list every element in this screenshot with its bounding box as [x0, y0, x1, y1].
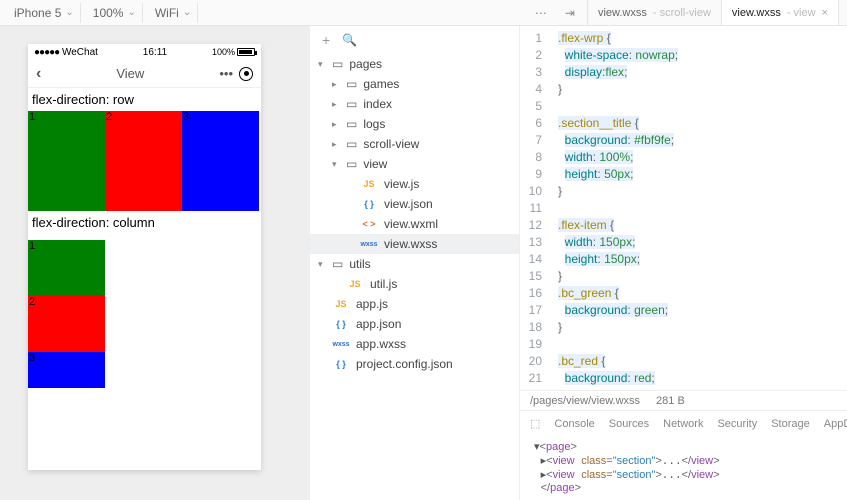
json-icon: { } — [360, 199, 378, 209]
block-blue: 3 — [28, 352, 105, 388]
twisty-icon: ▸ — [332, 119, 340, 130]
flex-col-demo: 1 2 3 — [28, 240, 261, 388]
battery-icon: 100% — [212, 47, 255, 57]
tree-node[interactable]: ▾▭view — [310, 154, 519, 174]
editor-panel: 1234567891011121314151617181920212223242… — [520, 26, 847, 500]
folder-icon: ▭ — [346, 157, 357, 171]
block-blue: 3 — [182, 111, 259, 211]
devtools-tab-appdata[interactable]: AppData — [824, 418, 847, 430]
twisty-icon: ▾ — [332, 159, 340, 170]
twisty-icon: ▾ — [318, 59, 326, 70]
folder-icon: ▭ — [346, 77, 357, 91]
twisty-icon: ▸ — [332, 139, 340, 150]
json-icon: { } — [332, 319, 350, 329]
js-icon: JS — [360, 179, 378, 189]
tree-node[interactable]: ▸▭games — [310, 74, 519, 94]
simulator-panel: ●●●●● WeChat 16:11 100% ‹ View ••• — [0, 26, 310, 500]
tree-node[interactable]: JSapp.js — [310, 294, 519, 314]
network-select[interactable]: WiFi ⌄ — [149, 3, 198, 23]
js-icon: JS — [332, 299, 350, 309]
tree-node[interactable]: ▾▭utils — [310, 254, 519, 274]
tree-node[interactable]: ▸▭logs — [310, 114, 519, 134]
target-icon[interactable] — [239, 67, 253, 81]
wxss-icon: wxss — [360, 241, 378, 248]
signal-icon: ●●●●● — [34, 47, 59, 58]
wxml-icon: < > — [360, 219, 378, 229]
device-frame: ●●●●● WeChat 16:11 100% ‹ View ••• — [28, 44, 261, 470]
tree-node[interactable]: JSview.js — [310, 174, 519, 194]
network-select-label: WiFi — [155, 6, 179, 20]
device-select[interactable]: iPhone 5 ⌄ — [8, 3, 81, 23]
folder-icon: ▭ — [332, 257, 343, 271]
tree-node[interactable]: { }project.config.json — [310, 354, 519, 374]
tree-node[interactable]: JSutil.js — [310, 274, 519, 294]
js-icon: JS — [346, 279, 364, 289]
tree-node[interactable]: ▸▭scroll-view — [310, 134, 519, 154]
editor-status: /pages/view/view.wxss 281 B — [520, 390, 847, 410]
devtools-tabs: ⬚ Console Sources Network Security Storage Ap… — [520, 410, 847, 436]
add-file-icon[interactable]: + — [322, 32, 330, 48]
file-path: /pages/view/view.wxss — [530, 395, 640, 407]
tree-node[interactable]: ▾▭pages — [310, 54, 519, 74]
page-title: View — [41, 66, 219, 81]
tree-node[interactable]: wxssapp.wxss — [310, 334, 519, 354]
block-green: 1 — [28, 111, 105, 211]
folder-icon: ▭ — [346, 137, 357, 151]
wxml-panel[interactable]: ▾<page> ▸<view class="section">...</view… — [520, 436, 847, 500]
top-toolbar: iPhone 5 ⌄ 100% ⌄ WiFi ⌄ ⋯ ⇥ view.wxss -… — [0, 0, 847, 26]
folder-icon: ▭ — [346, 117, 357, 131]
inspect-icon[interactable]: ⬚ — [530, 417, 540, 430]
device-select-label: iPhone 5 — [14, 6, 61, 20]
zoom-select[interactable]: 100% ⌄ — [87, 3, 143, 23]
devtools-tab-security[interactable]: Security — [717, 418, 757, 430]
more-icon[interactable]: ⋯ — [529, 6, 553, 20]
split-icon[interactable]: ⇥ — [559, 6, 581, 20]
status-bar: ●●●●● WeChat 16:11 100% — [28, 44, 261, 60]
json-icon: { } — [332, 359, 350, 369]
file-size: 281 B — [656, 395, 685, 407]
twisty-icon: ▸ — [332, 99, 340, 110]
zoom-select-label: 100% — [93, 6, 124, 20]
section-title: flex-direction: row — [28, 88, 261, 111]
wxss-icon: wxss — [332, 341, 350, 348]
search-icon[interactable]: 🔍 — [342, 33, 357, 47]
tree-node[interactable]: ▸▭index — [310, 94, 519, 114]
block-red: 2 — [28, 296, 105, 352]
tree-node[interactable]: { }view.json — [310, 194, 519, 214]
page-content: flex-direction: row 1 2 3 flex-direction… — [28, 88, 261, 388]
devtools-tab-storage[interactable]: Storage — [771, 418, 810, 430]
code-editor[interactable]: 1234567891011121314151617181920212223242… — [520, 26, 847, 390]
devtools-tab-console[interactable]: Console — [554, 418, 594, 430]
twisty-icon: ▾ — [318, 259, 326, 270]
file-explorer: + 🔍 ▾▭pages▸▭games▸▭index▸▭logs▸▭scroll-… — [310, 26, 520, 500]
folder-icon: ▭ — [346, 97, 357, 111]
editor-tabs: view.wxss - scroll-viewview.wxss - view× — [587, 0, 839, 25]
tree-node[interactable]: { }app.json — [310, 314, 519, 334]
chevron-down-icon: ⌄ — [65, 7, 73, 18]
devtools-tab-network[interactable]: Network — [663, 418, 703, 430]
tree-node[interactable]: < >view.wxml — [310, 214, 519, 234]
flex-row-demo: 1 2 3 — [28, 111, 261, 211]
twisty-icon: ▸ — [332, 79, 340, 90]
folder-icon: ▭ — [332, 57, 343, 71]
devtools-tab-sources[interactable]: Sources — [609, 418, 649, 430]
more-icon[interactable]: ••• — [219, 66, 233, 81]
close-icon[interactable]: × — [822, 7, 828, 19]
editor-tab[interactable]: view.wxss - scroll-view — [588, 0, 722, 25]
chevron-down-icon: ⌄ — [127, 7, 135, 18]
chevron-down-icon: ⌄ — [183, 7, 191, 18]
tree-node[interactable]: wxssview.wxss — [310, 234, 519, 254]
block-red: 2 — [105, 111, 182, 211]
nav-bar: ‹ View ••• — [28, 60, 261, 88]
editor-tab[interactable]: view.wxss - view× — [722, 0, 839, 25]
carrier-label: WeChat — [62, 47, 98, 58]
section-title: flex-direction: column — [28, 211, 261, 234]
clock-label: 16:11 — [143, 47, 167, 58]
block-green: 1 — [28, 240, 105, 296]
